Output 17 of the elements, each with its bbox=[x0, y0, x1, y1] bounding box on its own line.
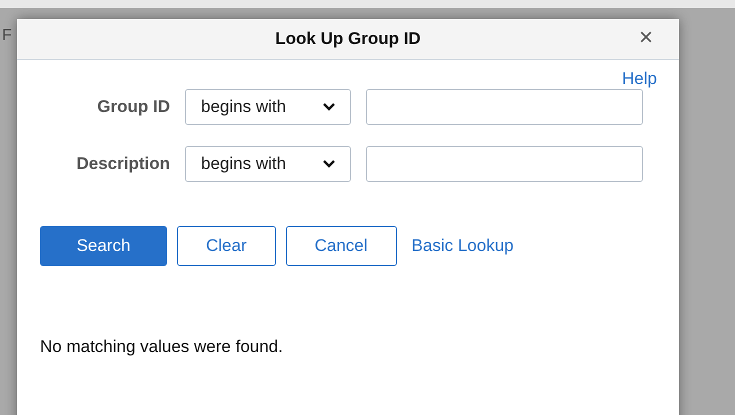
close-button[interactable]: × bbox=[638, 26, 653, 50]
search-button[interactable]: Search bbox=[40, 226, 167, 266]
field-label: Description bbox=[75, 152, 170, 175]
input-field[interactable] bbox=[366, 88, 643, 124]
chevron-down-icon bbox=[323, 102, 335, 110]
help-link[interactable]: Help bbox=[622, 66, 657, 92]
chevron-down-icon bbox=[323, 160, 335, 168]
basic-lookup-link[interactable]: Basic Lookup bbox=[412, 232, 514, 258]
dialog-title: Look Up Group ID bbox=[275, 28, 421, 50]
background-text: F bbox=[2, 26, 12, 46]
input-field[interactable] bbox=[366, 146, 643, 182]
field-label: Group ID bbox=[96, 96, 170, 118]
no-results-message: No matching values were found. bbox=[40, 336, 284, 358]
operator-select[interactable]: begins with bbox=[185, 88, 351, 124]
action-button[interactable]: Clear bbox=[177, 226, 276, 266]
action-button[interactable]: Cancel bbox=[286, 226, 397, 266]
operator-select[interactable]: begins with bbox=[185, 146, 351, 182]
